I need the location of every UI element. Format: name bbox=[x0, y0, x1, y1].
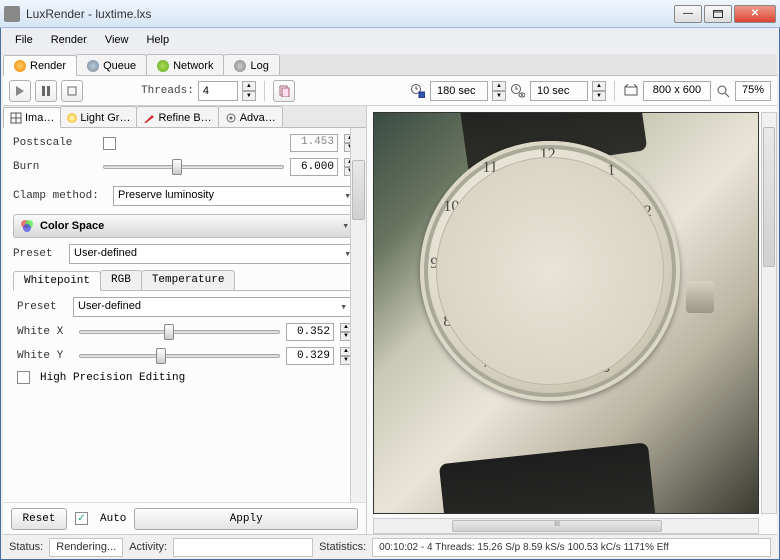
sub-tabs: Ima… Light Gr… Refine B… Adva… bbox=[3, 106, 366, 128]
app-icon bbox=[4, 6, 20, 22]
subtab-lightgroups[interactable]: Light Gr… bbox=[60, 106, 137, 127]
wp-preset-label: Preset bbox=[17, 301, 67, 313]
cs-preset-label: Preset bbox=[13, 248, 63, 260]
copy-button[interactable] bbox=[273, 80, 295, 102]
tab-queue[interactable]: Queue bbox=[76, 54, 147, 75]
menu-bar: File Render View Help bbox=[3, 30, 777, 50]
clock-eye-icon bbox=[510, 83, 526, 99]
zoom-display: 75% bbox=[735, 81, 771, 101]
tab-label: Log bbox=[250, 60, 268, 72]
maximize-button[interactable] bbox=[704, 5, 732, 23]
colorspace-icon bbox=[20, 219, 34, 233]
render-viewport[interactable]: 1 2 3 4 5 6 7 8 9 10 11 12 bbox=[373, 112, 759, 514]
window-title: LuxRender - luxtime.lxs bbox=[26, 7, 674, 21]
whitey-value[interactable] bbox=[286, 347, 334, 365]
colorspace-header[interactable]: Color Space bbox=[13, 214, 356, 238]
tab-label: Network bbox=[173, 60, 213, 72]
apply-button[interactable]: Apply bbox=[134, 508, 358, 530]
queue-icon bbox=[87, 60, 99, 72]
highprec-label: High Precision Editing bbox=[40, 372, 185, 384]
tab-render[interactable]: Render bbox=[3, 55, 77, 76]
pause-button[interactable] bbox=[35, 80, 57, 102]
menu-help[interactable]: Help bbox=[138, 32, 177, 48]
imaging-icon bbox=[10, 112, 22, 124]
refresh-interval-input[interactable]: 10 sec bbox=[530, 81, 588, 101]
title-bar: LuxRender - luxtime.lxs bbox=[0, 0, 780, 28]
brush-icon bbox=[143, 112, 155, 124]
clamp-combo[interactable]: Preserve luminosity bbox=[113, 186, 356, 206]
main-tabs: Render Queue Network Log bbox=[3, 54, 777, 76]
tab-label: Render bbox=[30, 60, 66, 72]
viewport-vscrollbar[interactable] bbox=[761, 112, 777, 514]
panel-body: Postscale 1.453 ▲▼ Burn ▲▼ Clamp method:… bbox=[3, 128, 366, 502]
settings-panel: Ima… Light Gr… Refine B… Adva… Postscale… bbox=[3, 106, 367, 534]
panel-footer: Reset Auto Apply bbox=[3, 502, 366, 534]
resolution-icon bbox=[623, 83, 639, 99]
stats-value: 00:10:02 - 4 Threads: 15.26 S/p 8.59 kS/… bbox=[372, 538, 771, 557]
wptab-rgb[interactable]: RGB bbox=[100, 270, 142, 290]
whitey-label: White Y bbox=[17, 350, 73, 362]
wptab-temperature[interactable]: Temperature bbox=[141, 270, 236, 290]
threads-label: Threads: bbox=[141, 85, 194, 97]
viewport-hscrollbar[interactable]: III bbox=[373, 518, 759, 534]
status-value: Rendering... bbox=[49, 538, 123, 557]
status-label: Status: bbox=[9, 541, 43, 553]
light-icon bbox=[67, 113, 77, 123]
status-bar: Status: Rendering... Activity: Statistic… bbox=[3, 534, 777, 559]
burn-label: Burn bbox=[13, 161, 97, 173]
activity-value bbox=[173, 538, 313, 557]
postscale-checkbox[interactable] bbox=[103, 137, 116, 150]
auto-label: Auto bbox=[100, 513, 126, 525]
whitex-label: White X bbox=[17, 326, 73, 338]
subtab-imaging[interactable]: Ima… bbox=[3, 107, 61, 128]
network-icon bbox=[157, 60, 169, 72]
whitex-value[interactable] bbox=[286, 323, 334, 341]
resolution-display: 800 x 600 bbox=[643, 81, 711, 101]
panel-scrollbar[interactable] bbox=[350, 128, 366, 502]
stop-button[interactable] bbox=[61, 80, 83, 102]
render-pane: 1 2 3 4 5 6 7 8 9 10 11 12 III bbox=[367, 106, 777, 534]
save-interval-spinner[interactable]: ▲▼ bbox=[492, 81, 506, 101]
threads-input[interactable] bbox=[198, 81, 238, 101]
render-icon bbox=[14, 60, 26, 72]
stats-label: Statistics: bbox=[319, 541, 366, 553]
toolbar: Threads: ▲▼ 180 sec ▲▼ 10 sec ▲▼ 800 x 6… bbox=[3, 76, 777, 106]
wp-preset-combo[interactable]: User-defined bbox=[73, 297, 352, 317]
whitex-slider[interactable] bbox=[79, 330, 280, 334]
cs-preset-combo[interactable]: User-defined bbox=[69, 244, 356, 264]
close-button[interactable] bbox=[734, 5, 776, 23]
tab-label: Queue bbox=[103, 60, 136, 72]
burn-value[interactable] bbox=[290, 158, 338, 176]
log-icon bbox=[234, 60, 246, 72]
menu-render[interactable]: Render bbox=[43, 32, 95, 48]
subtab-advanced[interactable]: Adva… bbox=[218, 106, 283, 127]
reset-button[interactable]: Reset bbox=[11, 508, 67, 530]
whitey-slider[interactable] bbox=[79, 354, 280, 358]
activity-label: Activity: bbox=[129, 541, 167, 553]
postscale-value: 1.453 bbox=[290, 134, 338, 152]
highprec-checkbox[interactable] bbox=[17, 371, 30, 384]
refresh-interval-spinner[interactable]: ▲▼ bbox=[592, 81, 606, 101]
play-button[interactable] bbox=[9, 80, 31, 102]
wptab-whitepoint[interactable]: Whitepoint bbox=[13, 271, 101, 291]
threads-spinner[interactable]: ▲▼ bbox=[242, 81, 256, 101]
subtab-refine[interactable]: Refine B… bbox=[136, 106, 218, 127]
clamp-label: Clamp method: bbox=[13, 190, 107, 202]
auto-checkbox[interactable] bbox=[75, 512, 88, 525]
gear-icon bbox=[225, 112, 237, 124]
postscale-label: Postscale bbox=[13, 137, 97, 149]
zoom-icon bbox=[715, 83, 731, 99]
menu-view[interactable]: View bbox=[97, 32, 137, 48]
minimize-button[interactable] bbox=[674, 5, 702, 23]
tab-log[interactable]: Log bbox=[223, 54, 279, 75]
burn-slider[interactable] bbox=[103, 165, 284, 169]
whitepoint-tabs: Whitepoint RGB Temperature bbox=[13, 270, 356, 291]
save-interval-input[interactable]: 180 sec bbox=[430, 81, 488, 101]
clock-save-icon bbox=[410, 83, 426, 99]
tab-network[interactable]: Network bbox=[146, 54, 224, 75]
menu-file[interactable]: File bbox=[7, 32, 41, 48]
